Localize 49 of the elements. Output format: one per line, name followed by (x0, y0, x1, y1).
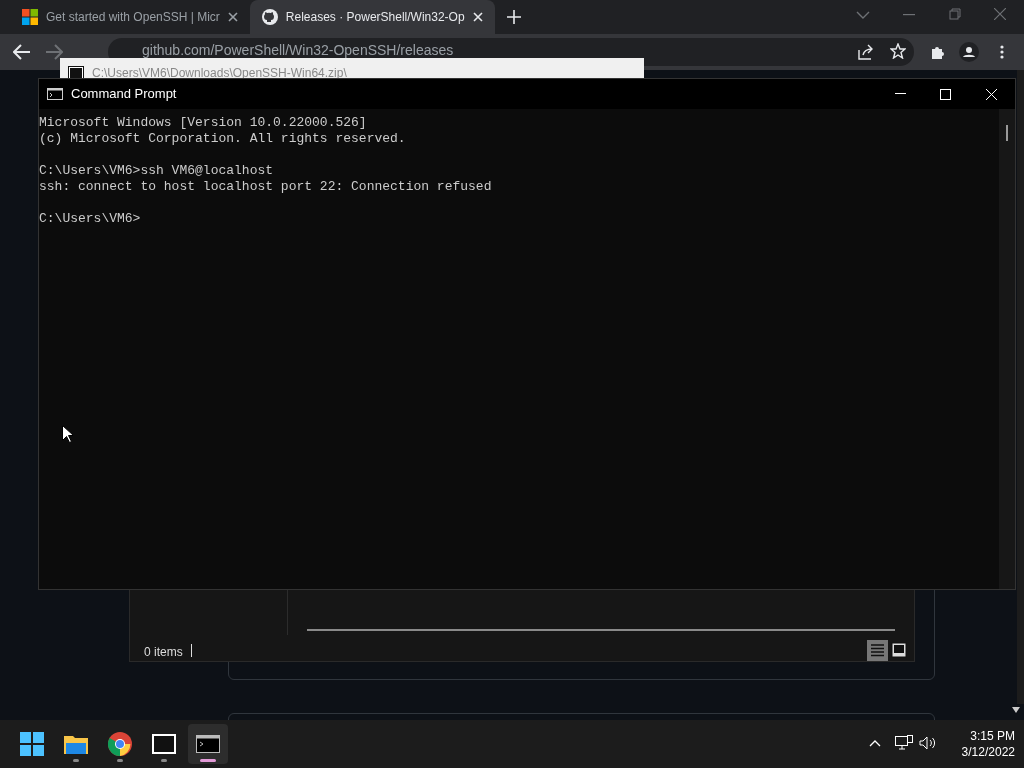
cat-logo-icon (261, 9, 278, 25)
details-view-icon[interactable] (867, 640, 888, 661)
chevron-up-icon[interactable] (869, 739, 881, 747)
four-squares-icon (22, 9, 38, 25)
window-title: C:\Users\VM6\Downloads\OpenSSH-Win64.zip\ (92, 65, 348, 82)
restore-icon[interactable] (949, 8, 961, 20)
forward-arrow-icon[interactable] (45, 44, 63, 60)
volume-icon[interactable] (919, 736, 937, 750)
console-line: (c) Microsoft Corporation. All rights reserved. (39, 131, 406, 147)
page-scrollbar[interactable] (1017, 70, 1024, 704)
folder-icon (64, 734, 88, 754)
round-browser-icon (108, 732, 132, 756)
console-line: Microsoft Windows [Version 10.0.22000.526] (39, 115, 367, 131)
horizontal-scrollbar[interactable] (307, 629, 895, 631)
console-line: C:\Users\VM6>ssh VM6@localhost (39, 163, 274, 179)
network-icon[interactable] (895, 735, 913, 751)
maximize-icon[interactable] (940, 88, 951, 100)
back-arrow-icon[interactable] (13, 44, 31, 60)
star-icon[interactable] (890, 43, 906, 59)
close-icon[interactable] (227, 12, 238, 22)
clock-time: 3:15 PM (970, 728, 1015, 744)
new-tab-icon[interactable] (506, 10, 521, 24)
scroll-thumb[interactable] (1006, 125, 1008, 141)
console-line: C:\Users\VM6> (39, 211, 141, 227)
preview-view-icon[interactable] (891, 642, 907, 658)
puzzle-icon[interactable] (930, 44, 946, 60)
tab-title: Get started with OpenSSH | Micr (46, 9, 220, 26)
mouse-pointer-icon (62, 425, 73, 443)
console-icon (196, 735, 220, 753)
profile-icon[interactable] (959, 42, 979, 62)
console-scrollbar[interactable] (999, 109, 1015, 589)
url-text: github.com/PowerShell/Win32-OpenSSH/releases (142, 41, 454, 60)
tab-title: Releases · PowerShell/Win32-Op (285, 9, 465, 26)
browser-tab[interactable]: Releases · PowerShell/Win32-Op (249, 0, 495, 34)
browser-tab[interactable]: Get started with OpenSSH | Micr (10, 0, 250, 34)
status-text: 0 items (144, 644, 183, 661)
status-divider (191, 644, 192, 657)
minimize-icon[interactable] (895, 93, 906, 95)
scroll-down-arrow-icon[interactable] (1012, 707, 1020, 713)
taskbar-button[interactable] (188, 724, 228, 764)
clock-date: 3/12/2022 (961, 744, 1015, 760)
share-icon[interactable] (858, 44, 874, 60)
windows-logo-icon (20, 732, 44, 756)
chevron-down-icon[interactable] (856, 10, 870, 20)
console-icon (47, 88, 63, 100)
clock[interactable]: 3:15 PM 3/12/2022 (945, 728, 1015, 760)
window-title: Command Prompt (71, 85, 178, 104)
menu-icon[interactable] (1000, 45, 1004, 59)
console-line: ssh: connect to host localhost port 22: Connection refused (39, 179, 492, 195)
